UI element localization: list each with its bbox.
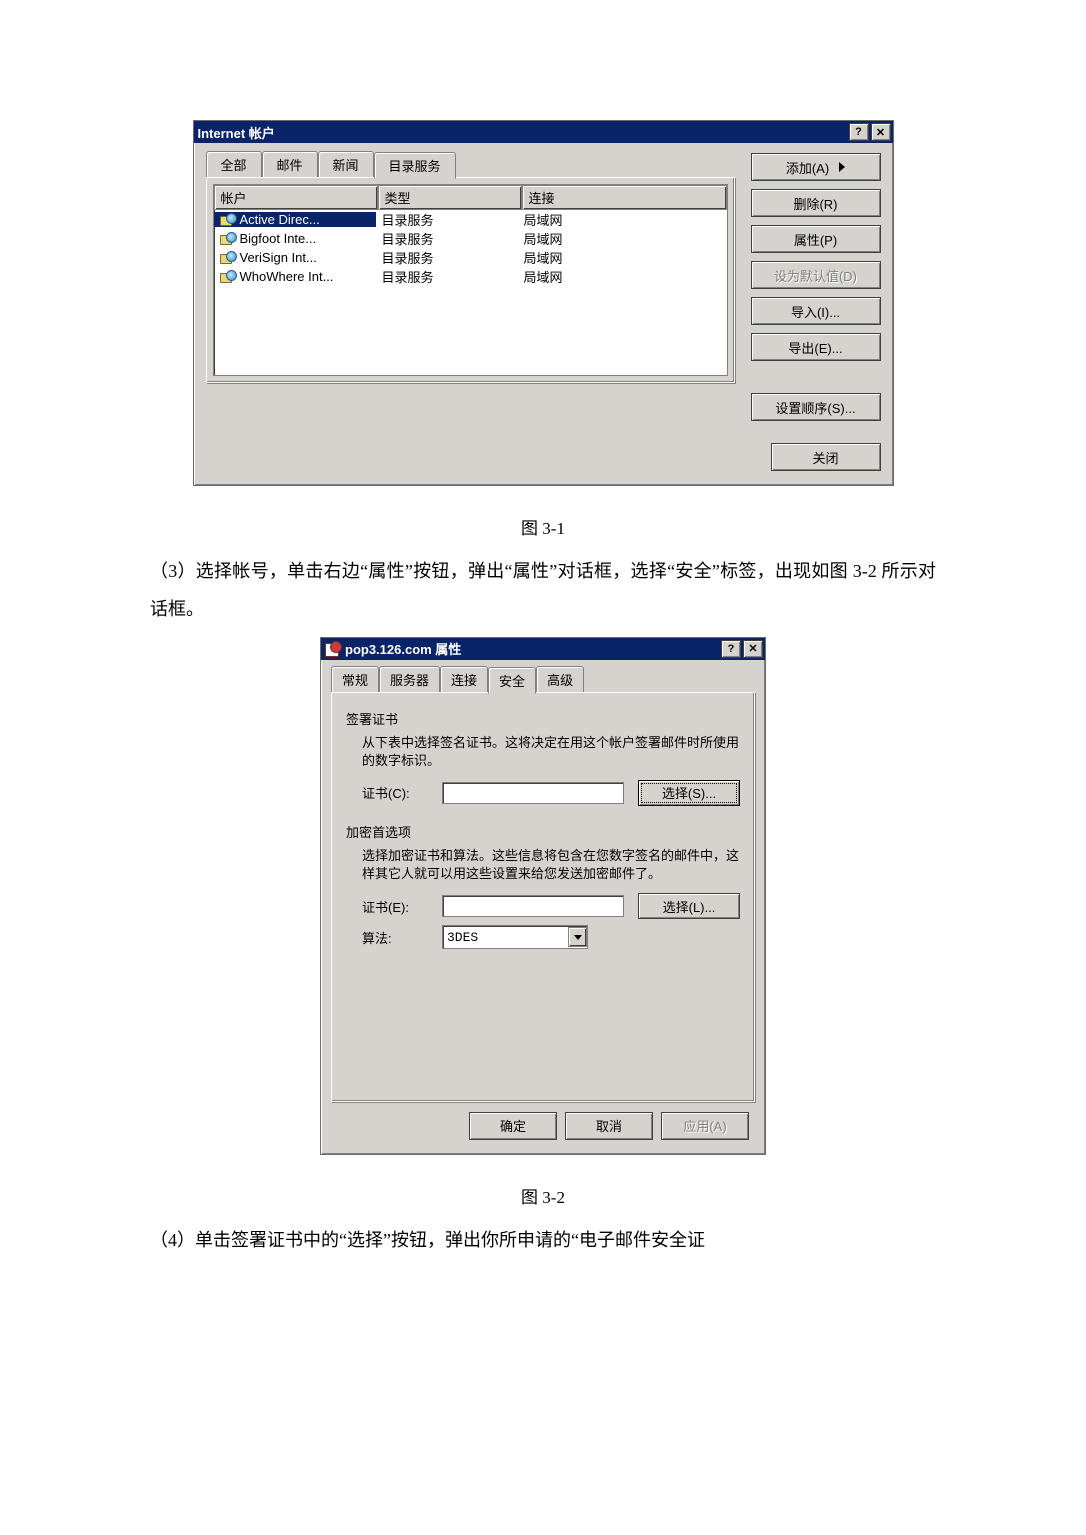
tab-directory-service[interactable]: 目录服务 [374,152,456,179]
table-row[interactable]: Active Direc... 目录服务 局域网 [214,210,727,229]
directory-service-icon [220,213,236,227]
algorithm-value: 3DES [447,930,478,945]
export-button[interactable]: 导出(E)... [751,333,881,361]
chevron-down-icon[interactable] [568,927,587,947]
directory-service-icon [220,270,236,284]
import-button[interactable]: 导入(I)... [751,297,881,325]
close-icon[interactable]: ✕ [743,640,763,658]
pop3-properties-dialog: pop3.126.com 属性 ? ✕ 常规 服务器 连接 安全 高级 签署证书… [320,637,766,1155]
account-type: 目录服务 [376,210,518,229]
tab-security[interactable]: 安全 [488,667,536,694]
help-icon[interactable]: ? [849,123,869,141]
signing-cert-field[interactable] [442,782,624,804]
account-type: 目录服务 [376,229,518,248]
algorithm-dropdown[interactable]: 3DES [442,925,588,949]
encryption-pref-title: 加密首选项 [346,822,742,841]
accounts-list[interactable]: 帐户 类型 连接 Active Direc... 目录服务 局域网 Bigfoo… [213,184,728,376]
encryption-cert-label: 证书(E): [362,897,442,916]
col-header-connection[interactable]: 连接 [522,185,727,210]
tab-connection[interactable]: 连接 [440,666,488,692]
apply-button: 应用(A) [661,1112,749,1140]
signing-select-button[interactable]: 选择(S)... [638,780,740,806]
account-name: VeriSign Int... [240,250,317,265]
account-name: Bigfoot Inte... [240,231,317,246]
account-type: 目录服务 [376,248,518,267]
tab-mail[interactable]: 邮件 [262,151,318,177]
close-icon[interactable]: ✕ [871,123,891,141]
col-header-type[interactable]: 类型 [378,185,522,210]
signing-cert-desc: 从下表中选择签名证书。这将决定在用这个帐户签署邮件时所使用的数字标识。 [362,734,742,770]
paragraph-step-4: （4）单击签署证书中的“选择”按钮，弹出你所申请的“电子邮件安全证 [150,1222,936,1260]
properties-icon [325,642,341,656]
figure-caption-1: 图 3-1 [150,514,936,539]
dialog-titlebar: Internet 帐户 ? ✕ [194,121,893,143]
encryption-cert-field[interactable] [442,895,624,917]
dialog-title: Internet 帐户 [198,123,275,142]
table-row[interactable]: VeriSign Int... 目录服务 局域网 [214,248,727,267]
tab-row: 全部 邮件 新闻 目录服务 [206,153,735,177]
table-row[interactable]: Bigfoot Inte... 目录服务 局域网 [214,229,727,248]
set-order-button[interactable]: 设置顺序(S)... [751,393,881,421]
properties-button[interactable]: 属性(P) [751,225,881,253]
account-type: 目录服务 [376,267,518,286]
encryption-select-button[interactable]: 选择(L)... [638,893,740,919]
directory-service-icon [220,232,236,246]
help-icon[interactable]: ? [721,640,741,658]
account-conn: 局域网 [518,248,727,267]
add-button[interactable]: 添加(A) [751,153,881,181]
figure-caption-2: 图 3-2 [150,1183,936,1208]
tab-advanced[interactable]: 高级 [536,666,584,692]
paragraph-step-3: （3）选择帐号，单击右边“属性”按钮，弹出“属性”对话框，选择“安全”标签，出现… [150,553,936,629]
tab-news[interactable]: 新闻 [318,151,374,177]
account-conn: 局域网 [518,210,727,229]
dialog-titlebar: pop3.126.com 属性 ? ✕ [321,638,765,660]
ok-button[interactable]: 确定 [469,1112,557,1140]
col-header-account[interactable]: 帐户 [214,185,378,210]
tab-row: 常规 服务器 连接 安全 高级 [331,668,755,692]
directory-service-icon [220,251,236,265]
internet-accounts-dialog: Internet 帐户 ? ✕ 全部 邮件 新闻 目录服务 [193,120,894,486]
signing-cert-label: 证书(C): [362,783,442,802]
account-name: Active Direc... [240,212,320,227]
algorithm-label: 算法: [362,928,442,947]
account-conn: 局域网 [518,267,727,286]
tab-server[interactable]: 服务器 [379,666,440,692]
chevron-right-icon [839,162,845,172]
tab-general[interactable]: 常规 [331,666,379,692]
signing-cert-title: 签署证书 [346,709,742,728]
cancel-button[interactable]: 取消 [565,1112,653,1140]
table-row[interactable]: WhoWhere Int... 目录服务 局域网 [214,267,727,286]
encryption-pref-desc: 选择加密证书和算法。这些信息将包含在您数字签名的邮件中，这样其它人就可以用这些设… [362,847,742,883]
account-conn: 局域网 [518,229,727,248]
remove-button[interactable]: 删除(R) [751,189,881,217]
account-name: WhoWhere Int... [240,269,334,284]
tab-all[interactable]: 全部 [206,151,262,177]
close-button[interactable]: 关闭 [771,443,881,471]
add-button-label: 添加(A) [786,158,829,177]
set-default-button: 设为默认值(D) [751,261,881,289]
dialog-title: pop3.126.com 属性 [345,639,461,658]
